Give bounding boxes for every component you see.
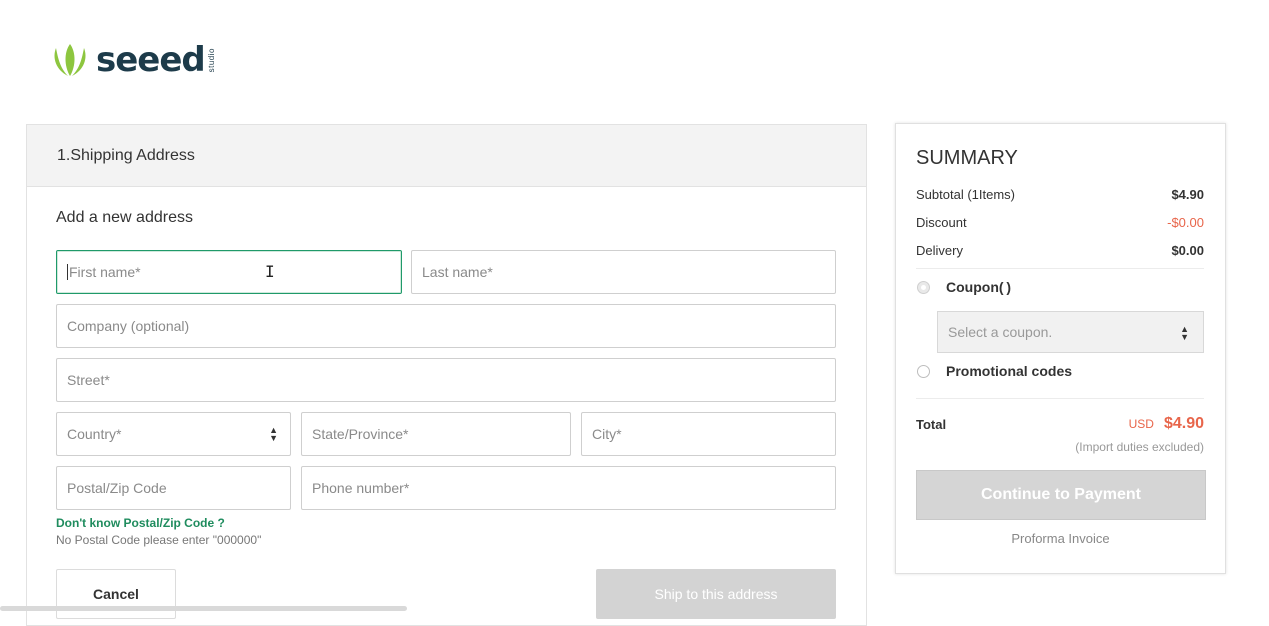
total-value: USD $4.90 bbox=[1129, 415, 1204, 433]
state-input[interactable]: State/Province* bbox=[301, 412, 571, 456]
logo-subword: studio bbox=[206, 47, 216, 73]
country-placeholder: Country* bbox=[67, 426, 122, 442]
state-placeholder: State/Province* bbox=[312, 426, 409, 442]
zip-note: No Postal Code please enter "000000" bbox=[56, 533, 262, 547]
logo-word: seeed bbox=[96, 40, 206, 80]
subtotal-row: Subtotal (1Items) $4.90 bbox=[916, 187, 1204, 202]
coupon-label-text: Coupon( bbox=[946, 279, 1004, 295]
first-name-input[interactable]: First name* bbox=[56, 250, 402, 294]
text-caret bbox=[67, 264, 68, 280]
summary-title: SUMMARY bbox=[916, 147, 1018, 169]
proforma-invoice-link[interactable]: Proforma Invoice bbox=[896, 531, 1225, 546]
promo-label: Promotional codes bbox=[946, 363, 1073, 379]
continue-to-payment-button[interactable]: Continue to Payment bbox=[916, 470, 1206, 520]
street-input[interactable]: Street* bbox=[56, 358, 836, 402]
shipping-section-title: 1.Shipping Address bbox=[27, 125, 866, 187]
phone-placeholder: Phone number* bbox=[312, 480, 410, 496]
divider bbox=[916, 268, 1204, 269]
cancel-button[interactable]: Cancel bbox=[56, 569, 176, 619]
phone-input[interactable]: Phone number* bbox=[301, 466, 836, 510]
company-placeholder: Company (optional) bbox=[67, 318, 190, 334]
seeed-logo[interactable]: seeed studio bbox=[50, 40, 216, 80]
delivery-value: $0.00 bbox=[1171, 243, 1204, 258]
postal-placeholder: Postal/Zip Code bbox=[67, 480, 167, 496]
total-currency: USD bbox=[1128, 417, 1154, 431]
postal-code-input[interactable]: Postal/Zip Code bbox=[56, 466, 291, 510]
delivery-row: Delivery $0.00 bbox=[916, 243, 1204, 258]
logo-leaf-icon bbox=[54, 44, 86, 76]
last-name-placeholder: Last name* bbox=[422, 264, 493, 280]
discount-label: Discount bbox=[916, 215, 967, 230]
subtotal-value: $4.90 bbox=[1171, 187, 1204, 202]
add-address-title: Add a new address bbox=[56, 209, 193, 226]
discount-value: -$0.00 bbox=[1167, 215, 1204, 230]
coupon-placeholder: Select a coupon. bbox=[948, 324, 1053, 340]
coupon-label: Coupon( ) bbox=[946, 279, 1011, 295]
city-input[interactable]: City* bbox=[581, 412, 836, 456]
shipping-panel: 1.Shipping Address Add a new address Fir… bbox=[26, 124, 867, 626]
company-input[interactable]: Company (optional) bbox=[56, 304, 836, 348]
delivery-label: Delivery bbox=[916, 243, 963, 258]
divider bbox=[916, 398, 1204, 399]
select-arrows-icon: ▲ ▼ bbox=[1180, 324, 1189, 342]
promo-radio[interactable] bbox=[917, 365, 930, 378]
country-select[interactable]: Country* ▲ ▼ bbox=[56, 412, 291, 456]
text-cursor-icon: I bbox=[265, 262, 275, 281]
total-amount: $4.90 bbox=[1163, 415, 1204, 432]
coupon-select[interactable]: Select a coupon. ▲ ▼ bbox=[937, 311, 1204, 353]
street-placeholder: Street* bbox=[67, 372, 110, 388]
first-name-placeholder: First name* bbox=[69, 264, 141, 280]
last-name-input[interactable]: Last name* bbox=[411, 250, 836, 294]
summary-panel: SUMMARY Subtotal (1Items) $4.90 Discount… bbox=[895, 123, 1226, 574]
discount-row: Discount -$0.00 bbox=[916, 215, 1204, 230]
zip-help-link[interactable]: Don't know Postal/Zip Code ? bbox=[56, 516, 225, 530]
coupon-radio[interactable] bbox=[917, 281, 930, 294]
subtotal-label: Subtotal (1Items) bbox=[916, 187, 1015, 202]
total-label: Total bbox=[916, 417, 947, 432]
ship-to-address-button[interactable]: Ship to this address bbox=[596, 569, 836, 619]
select-arrows-icon: ▲ ▼ bbox=[269, 425, 278, 443]
horizontal-scrollbar[interactable] bbox=[0, 606, 407, 611]
city-placeholder: City* bbox=[592, 426, 622, 442]
duties-note: (Import duties excluded) bbox=[1075, 440, 1204, 454]
coupon-label-close: ) bbox=[1006, 279, 1011, 295]
